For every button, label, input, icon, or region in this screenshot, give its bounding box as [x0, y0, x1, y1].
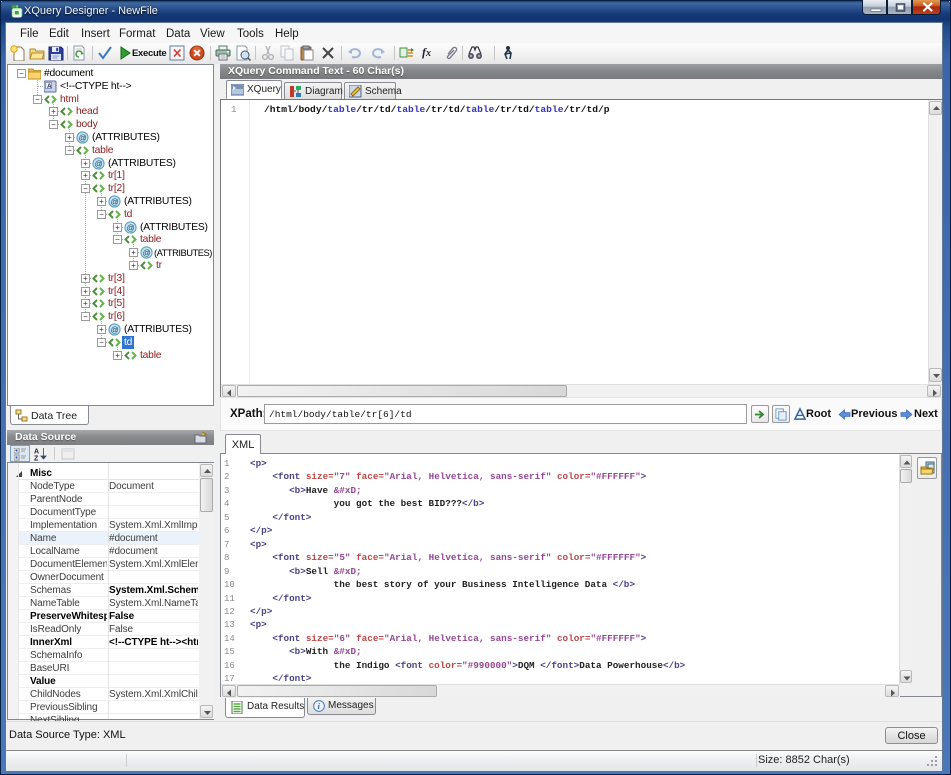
- svg-text:@: @: [111, 325, 119, 334]
- svg-text:@: @: [111, 197, 119, 206]
- svg-text:@: @: [143, 248, 151, 257]
- svg-text:@: @: [95, 159, 103, 168]
- svg-text:Z: Z: [34, 456, 39, 462]
- svg-text:A: A: [34, 449, 39, 456]
- svg-text:@: @: [127, 223, 135, 232]
- svg-text:A: A: [47, 83, 52, 90]
- svg-text:@: @: [79, 133, 87, 142]
